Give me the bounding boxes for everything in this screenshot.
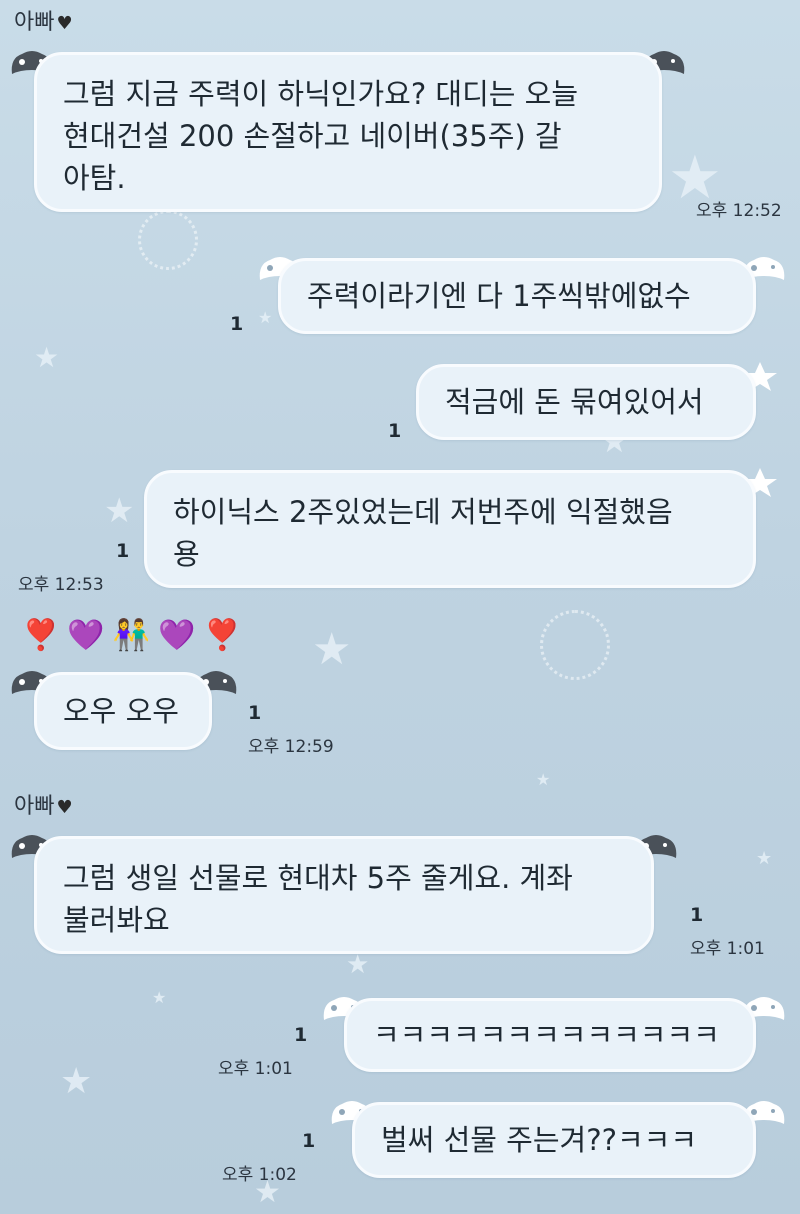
unread-count: 1: [294, 1024, 308, 1046]
unread-count: 1: [690, 904, 704, 926]
star-icon: ★: [34, 341, 60, 374]
message-text: ㅋㅋㅋㅋㅋㅋㅋㅋㅋㅋㅋㅋㅋ: [373, 1018, 720, 1052]
message-time: 오후 1:02: [222, 1165, 297, 1185]
decorative-dots: [540, 610, 610, 680]
purple-heart-icon: 💜: [158, 618, 196, 653]
message-time: 오후 1:01: [218, 1059, 293, 1079]
message-line: 용: [173, 537, 200, 571]
message-line: 그럼 지금 주력이 하닉인가요? 대디는 오늘: [63, 77, 579, 111]
purple-heart-icon: 💜: [67, 618, 105, 653]
star-icon: ★: [312, 624, 352, 675]
star-icon: ★: [258, 308, 273, 327]
message-line: 하이닉스 2주있었는데 저번주에 익절했음: [173, 495, 673, 529]
couple-icon: 👫: [112, 618, 151, 653]
unread-count: 1: [388, 420, 402, 442]
emoji-message[interactable]: ❣️ 💜 👫 💜 ❣️: [22, 618, 241, 653]
message-bubble-outgoing[interactable]: 벌써 선물 주는겨??ㅋㅋㅋ: [352, 1102, 756, 1178]
unread-count: 1: [248, 702, 262, 724]
message-bubble-outgoing[interactable]: 하이닉스 2주있었는데 저번주에 익절했음 용: [144, 470, 756, 588]
message-line: 그럼 생일 선물로 현대차 5주 줄게요. 계좌: [63, 861, 573, 895]
star-icon: ★: [756, 848, 773, 869]
heart-exclamation-icon: ❣️: [203, 618, 241, 653]
message-time: 오후 12:59: [248, 737, 334, 757]
sender-name: 아빠 ♥: [14, 788, 73, 820]
message-bubble-outgoing[interactable]: 적금에 돈 묶여있어서: [416, 364, 756, 440]
message-time: 오후 12:52: [696, 201, 782, 221]
message-line: 아탐.: [63, 161, 126, 195]
black-heart-icon: ♥: [56, 797, 73, 818]
message-bubble-incoming[interactable]: 그럼 생일 선물로 현대차 5주 줄게요. 계좌 불러봐요: [34, 836, 654, 954]
message-time: 오후 12:53: [18, 575, 104, 595]
star-icon: ★: [346, 950, 370, 980]
unread-count: 1: [116, 540, 130, 562]
sender-name: 아빠 ♥: [14, 4, 73, 36]
sender-name-text: 아빠: [14, 10, 55, 35]
message-bubble-incoming[interactable]: 그럼 지금 주력이 하닉인가요? 대디는 오늘 현대건설 200 손절하고 네이…: [34, 52, 662, 212]
message-line: 현대건설 200 손절하고 네이버(35주) 갈: [63, 119, 562, 153]
message-text: 주력이라기엔 다 1주씩밖에없수: [307, 279, 691, 313]
message-line: 불러봐요: [63, 903, 170, 937]
message-bubble-outgoing[interactable]: 주력이라기엔 다 1주씩밖에없수: [278, 258, 756, 334]
decorative-dots: [138, 210, 198, 270]
message-text: 벌써 선물 주는겨??ㅋㅋㅋ: [381, 1123, 698, 1157]
sender-name-text: 아빠: [14, 794, 55, 819]
message-bubble-incoming[interactable]: 오우 오우: [34, 672, 212, 750]
star-icon: ★: [536, 770, 551, 789]
message-time: 오후 1:01: [690, 939, 765, 959]
heart-exclamation-icon: ❣️: [22, 618, 60, 653]
message-text: 적금에 돈 묶여있어서: [445, 385, 704, 419]
unread-count: 1: [302, 1130, 316, 1152]
unread-count: 1: [230, 313, 244, 335]
star-icon: ★: [152, 988, 167, 1007]
star-icon: ★: [60, 1061, 93, 1102]
message-bubble-outgoing[interactable]: ㅋㅋㅋㅋㅋㅋㅋㅋㅋㅋㅋㅋㅋ: [344, 998, 756, 1072]
black-heart-icon: ♥: [56, 13, 73, 34]
star-icon: ★: [104, 491, 135, 531]
message-text: 오우 오우: [63, 694, 179, 728]
